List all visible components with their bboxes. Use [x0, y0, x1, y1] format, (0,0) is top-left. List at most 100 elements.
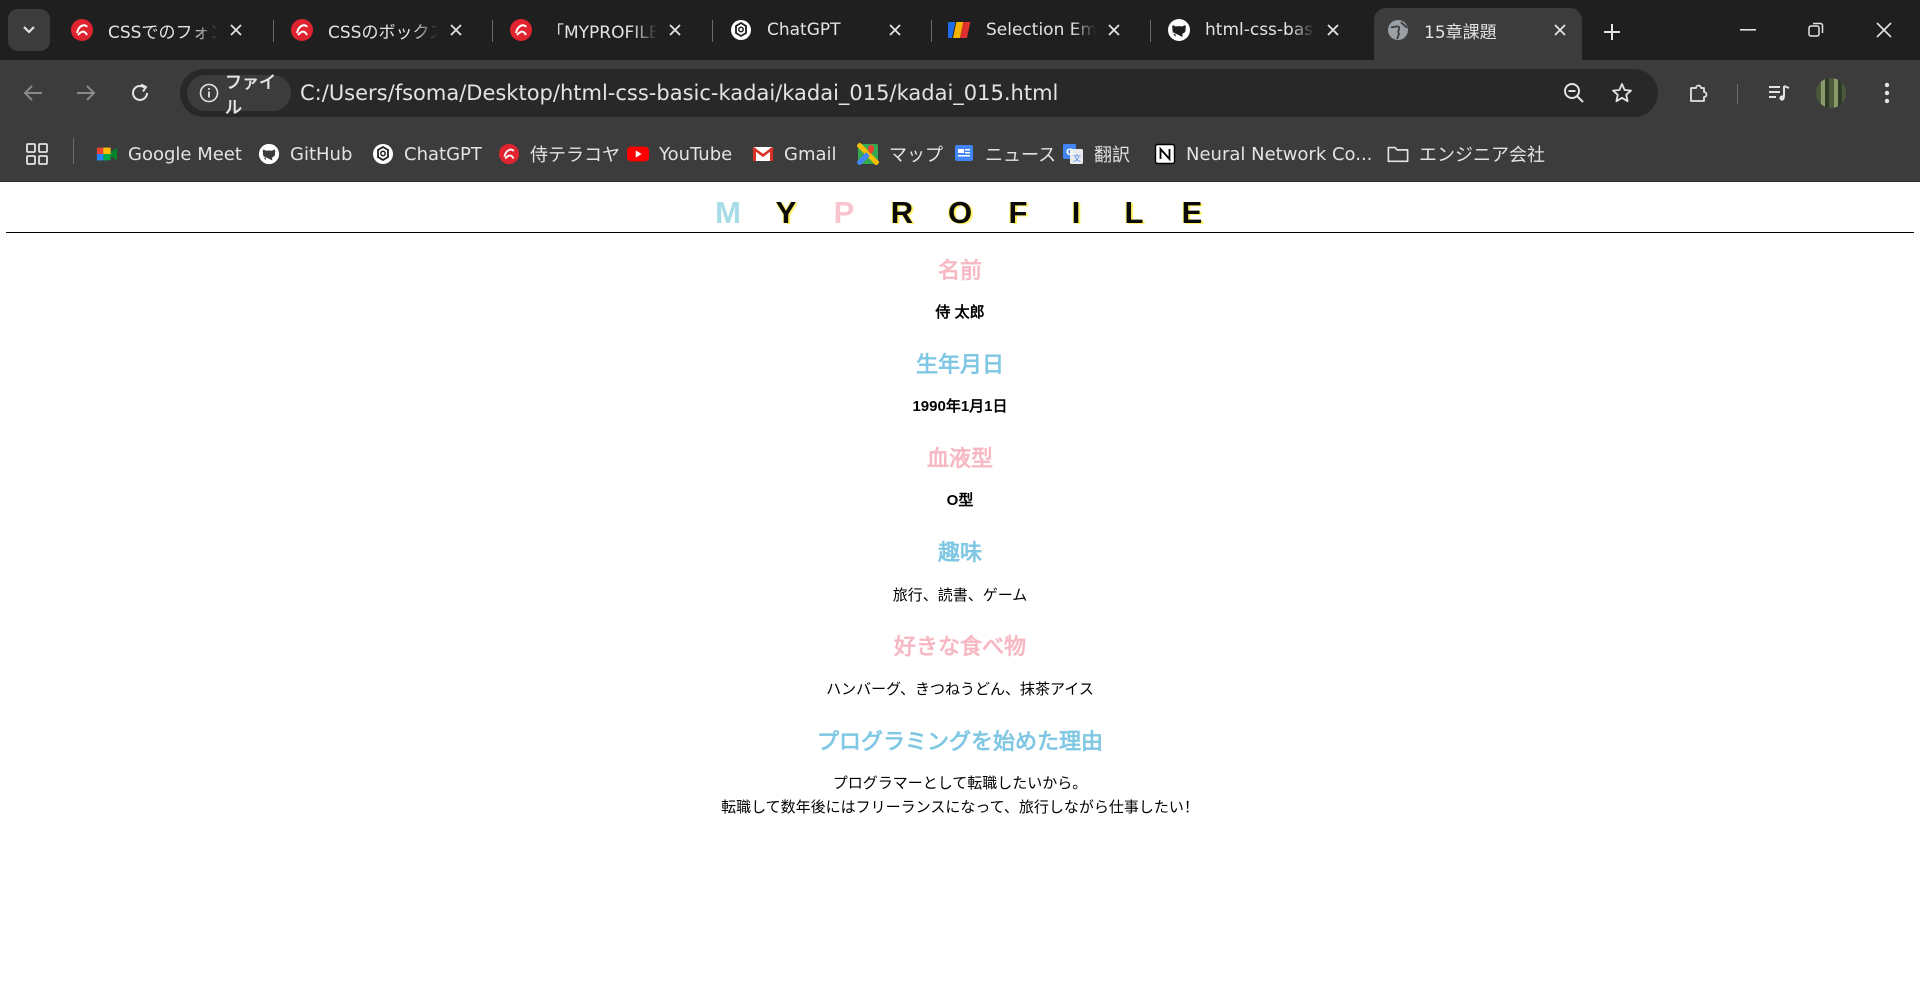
chatgpt-icon: [372, 143, 394, 165]
tab-css-box[interactable]: CSSのボックスモ: [278, 8, 478, 52]
close-icon[interactable]: [446, 20, 466, 40]
bookmark-google-meet[interactable]: Google Meet: [96, 136, 242, 172]
section-favorite-food: 好きな食べ物 ハンバーグ、きつねうどん、抹茶アイス: [0, 632, 1920, 702]
bookmark-label: エンジニア会社: [1419, 145, 1545, 166]
section-heading: 好きな食べ物: [893, 634, 1026, 659]
tab-css-font[interactable]: CSSでのフォント: [58, 8, 258, 52]
tab-divider: [712, 20, 713, 42]
playlist-music-icon: [1769, 85, 1790, 101]
bookmark-chatgpt[interactable]: ChatGPT: [372, 136, 482, 172]
bookmark-notion[interactable]: Neural Network Co...: [1154, 136, 1372, 172]
folder-icon: [1387, 143, 1409, 165]
logo-letter: F: [1008, 195, 1028, 230]
close-window-button[interactable]: [1864, 10, 1904, 50]
browser-toolbar: ファイル C:/Users/fsoma/Desktop/html-css-bas…: [0, 60, 1920, 126]
svg-text:文: 文: [1073, 153, 1081, 163]
samurai-icon: [290, 18, 314, 42]
info-icon: [199, 83, 219, 103]
reload-button[interactable]: [122, 75, 158, 111]
tab-search-button[interactable]: [8, 9, 50, 51]
close-icon[interactable]: [665, 20, 685, 40]
logo-letter: I: [1071, 195, 1081, 230]
close-icon[interactable]: [885, 20, 905, 40]
section-blood-type: 血液型 O型: [0, 444, 1920, 513]
section-name: 名前 侍 太郎: [0, 256, 1920, 325]
close-icon[interactable]: [1550, 20, 1570, 40]
section-heading: プログラミングを始めた理由: [816, 729, 1103, 754]
tab-kadai15[interactable]: 15章課題: [1374, 8, 1582, 60]
tab-title: html-css-basic: [1205, 20, 1315, 40]
bookmark-news[interactable]: ニュース: [953, 136, 1056, 172]
apps-button[interactable]: [26, 136, 48, 172]
page-title-logo: M Y P R O F I L E: [0, 195, 1920, 231]
minimize-button[interactable]: [1728, 10, 1768, 50]
section-programming-reason: プログラミングを始めた理由 プログラマーとして転職したいから。 転職して数年後に…: [0, 727, 1920, 820]
bookmark-gmail[interactable]: Gmail: [752, 136, 837, 172]
tab-selection-emb[interactable]: Selection Emb: [936, 8, 1136, 52]
new-tab-button[interactable]: [1594, 14, 1630, 50]
github-icon: [258, 143, 280, 165]
tab-myprofile[interactable]: 「MYPROFILE」: [497, 8, 697, 52]
back-button[interactable]: [15, 75, 51, 111]
section-value: 1990年1月1日: [912, 398, 1008, 415]
bookmark-label: 侍テラコヤ: [530, 145, 620, 166]
bookmark-maps[interactable]: マップ: [857, 136, 943, 172]
samurai-icon: [509, 18, 533, 42]
tab-chatgpt[interactable]: ChatGPT: [717, 8, 917, 52]
logo-letter: E: [1181, 195, 1203, 230]
media-controls-button[interactable]: [1761, 75, 1797, 111]
close-icon[interactable]: [1104, 20, 1124, 40]
logo-letter: O: [947, 195, 973, 230]
apps-grid-icon: [26, 143, 48, 165]
bookmark-github[interactable]: GitHub: [258, 136, 352, 172]
menu-button[interactable]: [1869, 75, 1905, 111]
tab-divider: [273, 20, 274, 42]
translate-icon: G文: [1062, 143, 1084, 165]
bookmark-youtube[interactable]: YouTube: [627, 136, 732, 172]
tab-title: CSSでのフォント: [108, 22, 218, 43]
bookmark-samurai-terakoya[interactable]: 侍テラコヤ: [498, 136, 620, 172]
close-icon[interactable]: [1323, 20, 1343, 40]
forward-button[interactable]: [68, 75, 104, 111]
plus-icon: [1604, 24, 1620, 40]
bookmark-translate[interactable]: G文 翻訳: [1062, 136, 1130, 172]
address-bar[interactable]: ファイル C:/Users/fsoma/Desktop/html-css-bas…: [180, 69, 1658, 118]
section-heading: 趣味: [937, 540, 982, 565]
more-vertical-icon: [1884, 82, 1890, 104]
bookmark-star-button[interactable]: [1606, 77, 1638, 109]
profile-avatar[interactable]: [1816, 78, 1846, 108]
puzzle-icon: [1690, 84, 1708, 102]
arrow-right-icon: [77, 85, 96, 101]
star-icon: [1612, 83, 1632, 103]
notion-icon: [1154, 143, 1176, 165]
reload-icon: [132, 83, 148, 101]
arrow-left-icon: [23, 85, 42, 101]
section-value: 旅行、読書、ゲーム: [892, 587, 1028, 604]
site-info-label: ファイル: [225, 73, 276, 118]
bookmark-label: GitHub: [290, 143, 353, 165]
toolbar-divider: [1737, 84, 1738, 104]
site-info-chip[interactable]: ファイル: [187, 73, 291, 118]
logo-letter: P: [833, 195, 855, 230]
logo-letter: Y: [775, 195, 797, 230]
bookmark-label: Gmail: [784, 143, 837, 165]
tab-title: Selection Emb: [986, 20, 1096, 40]
zoom-button[interactable]: [1558, 77, 1590, 109]
samurai-icon: [498, 143, 520, 165]
restore-button[interactable]: [1796, 10, 1836, 50]
news-icon: [953, 143, 975, 165]
tab-title: 「MYPROFILE」: [547, 22, 657, 43]
logo-letter: R: [890, 195, 914, 230]
tab-github-repo[interactable]: html-css-basic: [1155, 8, 1355, 52]
url-text[interactable]: C:/Users/fsoma/Desktop/html-css-basic-ka…: [300, 69, 1058, 117]
section-value-line: 転職して数年後にはフリーランスになって、旅行しながら仕事したい！: [721, 799, 1199, 816]
bookmark-folder-engineer[interactable]: エンジニア会社: [1387, 136, 1545, 172]
extensions-button[interactable]: [1681, 75, 1717, 111]
close-icon[interactable]: [226, 20, 246, 40]
colorful-logo-icon: [948, 18, 972, 42]
chatgpt-icon: [729, 18, 753, 42]
samurai-icon: [70, 18, 94, 42]
minimize-icon: [1740, 29, 1756, 31]
close-icon: [1876, 22, 1892, 38]
tab-title: CSSのボックスモ: [328, 22, 438, 43]
